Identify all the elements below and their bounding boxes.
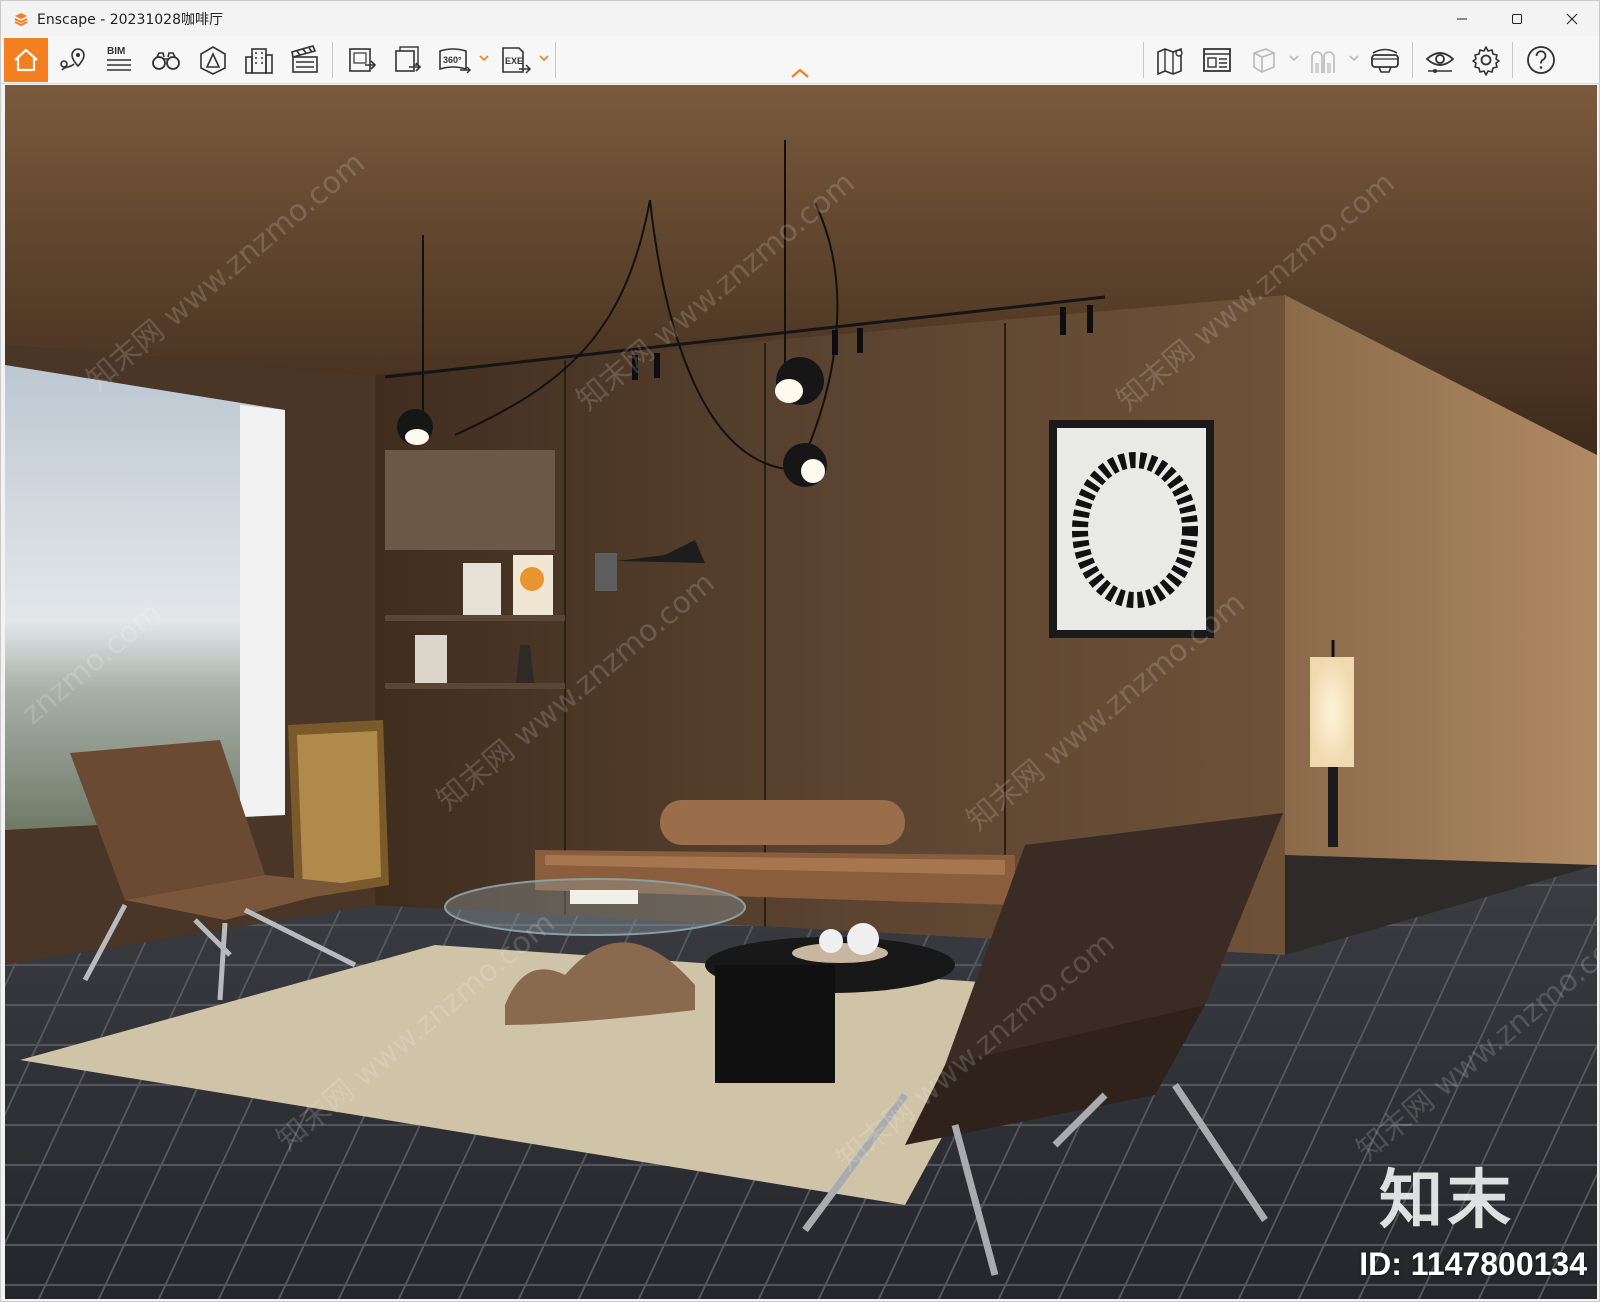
asset-library-icon: [200, 46, 226, 75]
window-title: Enscape - 20231028咖啡厅: [37, 11, 223, 28]
collapse-toolbar-chevron-up-icon[interactable]: [789, 66, 811, 80]
panorama-icon: 360°: [439, 48, 471, 74]
panorama-label: 360°: [443, 55, 462, 65]
visual-settings-button[interactable]: [1418, 38, 1462, 82]
id-label: ID: 1147800134: [1359, 1246, 1587, 1282]
title-bar[interactable]: Enscape - 20231028咖啡厅: [1, 1, 1599, 36]
exe-export-icon: EXE: [502, 47, 532, 74]
toolbar-separator: [555, 42, 556, 78]
views-button[interactable]: [51, 38, 95, 82]
panorama-export-button[interactable]: 360°: [432, 38, 476, 82]
main-toolbar: BIM 360° EXE: [1, 36, 1599, 84]
batch-export-button[interactable]: [386, 38, 430, 82]
help-icon: [1527, 46, 1555, 74]
window-controls: [1434, 1, 1599, 36]
bim-icon: BIM: [107, 46, 131, 71]
map-icon: [1157, 47, 1183, 76]
maximize-button[interactable]: [1489, 1, 1544, 36]
vr-headset-icon: [1371, 48, 1399, 73]
exe-dropdown-chevron-icon[interactable]: [539, 53, 549, 63]
orthographic-view-button[interactable]: [1241, 38, 1285, 82]
orthographic-dropdown-chevron-icon[interactable]: [1289, 53, 1299, 63]
exe-label: EXE: [505, 56, 523, 66]
clapperboard-icon: [291, 45, 318, 73]
minimize-icon: [1456, 18, 1467, 19]
help-button[interactable]: [1519, 38, 1563, 82]
home-icon: [14, 48, 38, 72]
brand-watermark: 知末: [1379, 1164, 1515, 1238]
settings-button[interactable]: [1464, 38, 1508, 82]
home-button[interactable]: [4, 38, 48, 82]
toolbar-separator: [1512, 42, 1513, 78]
toolbar-separator: [332, 42, 333, 78]
collaboration-button[interactable]: [1195, 38, 1239, 82]
bim-label: BIM: [107, 46, 125, 57]
walk-mode-button[interactable]: [144, 38, 188, 82]
asset-library-button[interactable]: [191, 38, 235, 82]
people-dropdown-chevron-icon[interactable]: [1349, 53, 1359, 63]
enscape-logo-icon: [11, 9, 31, 29]
video-editor-button[interactable]: [283, 38, 327, 82]
close-icon: [1566, 13, 1577, 24]
map-pin-icon: [60, 48, 85, 71]
exe-export-button[interactable]: EXE: [493, 38, 537, 82]
people-icon: [1311, 51, 1335, 73]
people-button[interactable]: [1301, 38, 1345, 82]
vr-button[interactable]: [1363, 38, 1407, 82]
gear-icon: [1472, 46, 1500, 76]
image-export-icon: [349, 48, 377, 72]
buildings-button[interactable]: [237, 38, 281, 82]
map-button[interactable]: [1149, 38, 1193, 82]
enscape-window: Enscape - 20231028咖啡厅 BIM 360° EXE 知末网 w…: [0, 0, 1600, 1302]
toolbar-separator: [1412, 42, 1413, 78]
render-viewport[interactable]: 知末网 www.znzmo.com 知末网 www.znzmo.com 知末网 …: [5, 85, 1597, 1299]
monitor-panel-icon: [1203, 48, 1231, 72]
maximize-icon: [1511, 13, 1522, 24]
panorama-dropdown-chevron-icon[interactable]: [479, 53, 489, 63]
minimize-button[interactable]: [1434, 1, 1489, 36]
bim-button[interactable]: BIM: [97, 38, 141, 82]
building-icon: [245, 48, 273, 74]
eye-icon: [1425, 52, 1455, 73]
batch-export-icon: [395, 46, 422, 72]
toolbar-separator: [1143, 42, 1144, 78]
close-button[interactable]: [1544, 1, 1599, 36]
screenshot-export-button[interactable]: [340, 38, 384, 82]
cube-icon: [1253, 48, 1275, 73]
binoculars-icon: [152, 52, 180, 70]
